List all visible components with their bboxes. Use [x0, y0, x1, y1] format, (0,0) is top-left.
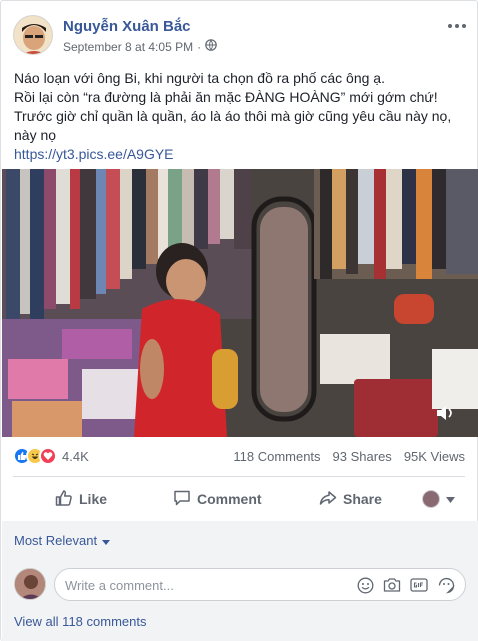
post-text-line: Trước giờ chỉ quần là quần, áo là áo thô… [14, 108, 452, 124]
globe-icon [205, 39, 217, 54]
caret-down-icon [446, 490, 455, 508]
camera-icon[interactable] [383, 576, 401, 594]
composer-tools [356, 576, 455, 594]
more-options-icon[interactable] [447, 19, 467, 31]
emoji-icon[interactable] [356, 576, 374, 594]
author-avatar[interactable] [13, 15, 53, 55]
comment-input[interactable] [65, 575, 345, 595]
post-text-line: này nọ [14, 127, 57, 143]
author-name[interactable]: Nguyễn Xuân Bắc [63, 18, 191, 35]
reactions-summary[interactable]: 4.4K [13, 447, 89, 465]
comment-label: Comment [197, 491, 262, 507]
comments-section: Most Relevant Write a comment... View al… [2, 521, 478, 641]
caret-down-icon [102, 533, 111, 548]
divider [13, 476, 465, 477]
post-link[interactable]: https://yt3.pics.ee/A9GYE [14, 145, 469, 164]
comment-button[interactable]: Comment [173, 481, 262, 517]
comment-composer [54, 568, 466, 601]
meta-separator: · [197, 39, 202, 54]
comments-count[interactable]: 118 Comments [233, 449, 320, 464]
post-meta: September 8 at 4:05 PM · [63, 39, 217, 54]
page-avatar [422, 490, 440, 508]
thumbs-up-icon [55, 489, 73, 510]
post-text-line: Rồi lại còn “ra đường là phải ăn mặc ĐÀN… [14, 89, 438, 105]
comment-bubble-icon [173, 489, 191, 510]
view-all-comments-link[interactable]: View all 118 comments [14, 614, 146, 629]
sticker-icon[interactable] [437, 576, 455, 594]
post-timestamp[interactable]: September 8 at 4:05 PM [63, 40, 193, 54]
like-label: Like [79, 491, 108, 507]
share-label: Share [343, 491, 382, 507]
share-arrow-icon [319, 489, 337, 510]
shares-count[interactable]: 93 Shares [333, 449, 392, 464]
identity-selector[interactable] [422, 490, 455, 508]
post-text-line: Náo loạn với ông Bi, khi người ta chọn đ… [14, 70, 385, 86]
reactions-count: 4.4K [62, 448, 89, 464]
love-reaction-icon [39, 447, 57, 465]
share-button[interactable]: Share [319, 481, 382, 517]
comment-sort-dropdown[interactable]: Most Relevant [14, 533, 111, 548]
like-button[interactable]: Like [55, 481, 107, 517]
video-player[interactable] [2, 169, 478, 437]
post-card: Nguyễn Xuân Bắc September 8 at 4:05 PM ·… [0, 0, 478, 641]
user-avatar[interactable] [14, 568, 46, 600]
post-stats: 4.4K 118 Comments 93 Shares 95K Views [13, 447, 465, 467]
sort-label: Most Relevant [14, 533, 98, 548]
post-body: Náo loạn với ông Bi, khi người ta chọn đ… [14, 69, 469, 164]
gif-icon[interactable] [410, 576, 428, 594]
action-bar: Like Comment Share [13, 481, 465, 517]
post-header: Nguyễn Xuân Bắc September 8 at 4:05 PM · [13, 15, 467, 57]
views-count: 95K Views [403, 449, 465, 464]
engagement-counts: 118 Comments 93 Shares 95K Views [233, 449, 465, 464]
video-frame [2, 169, 478, 437]
